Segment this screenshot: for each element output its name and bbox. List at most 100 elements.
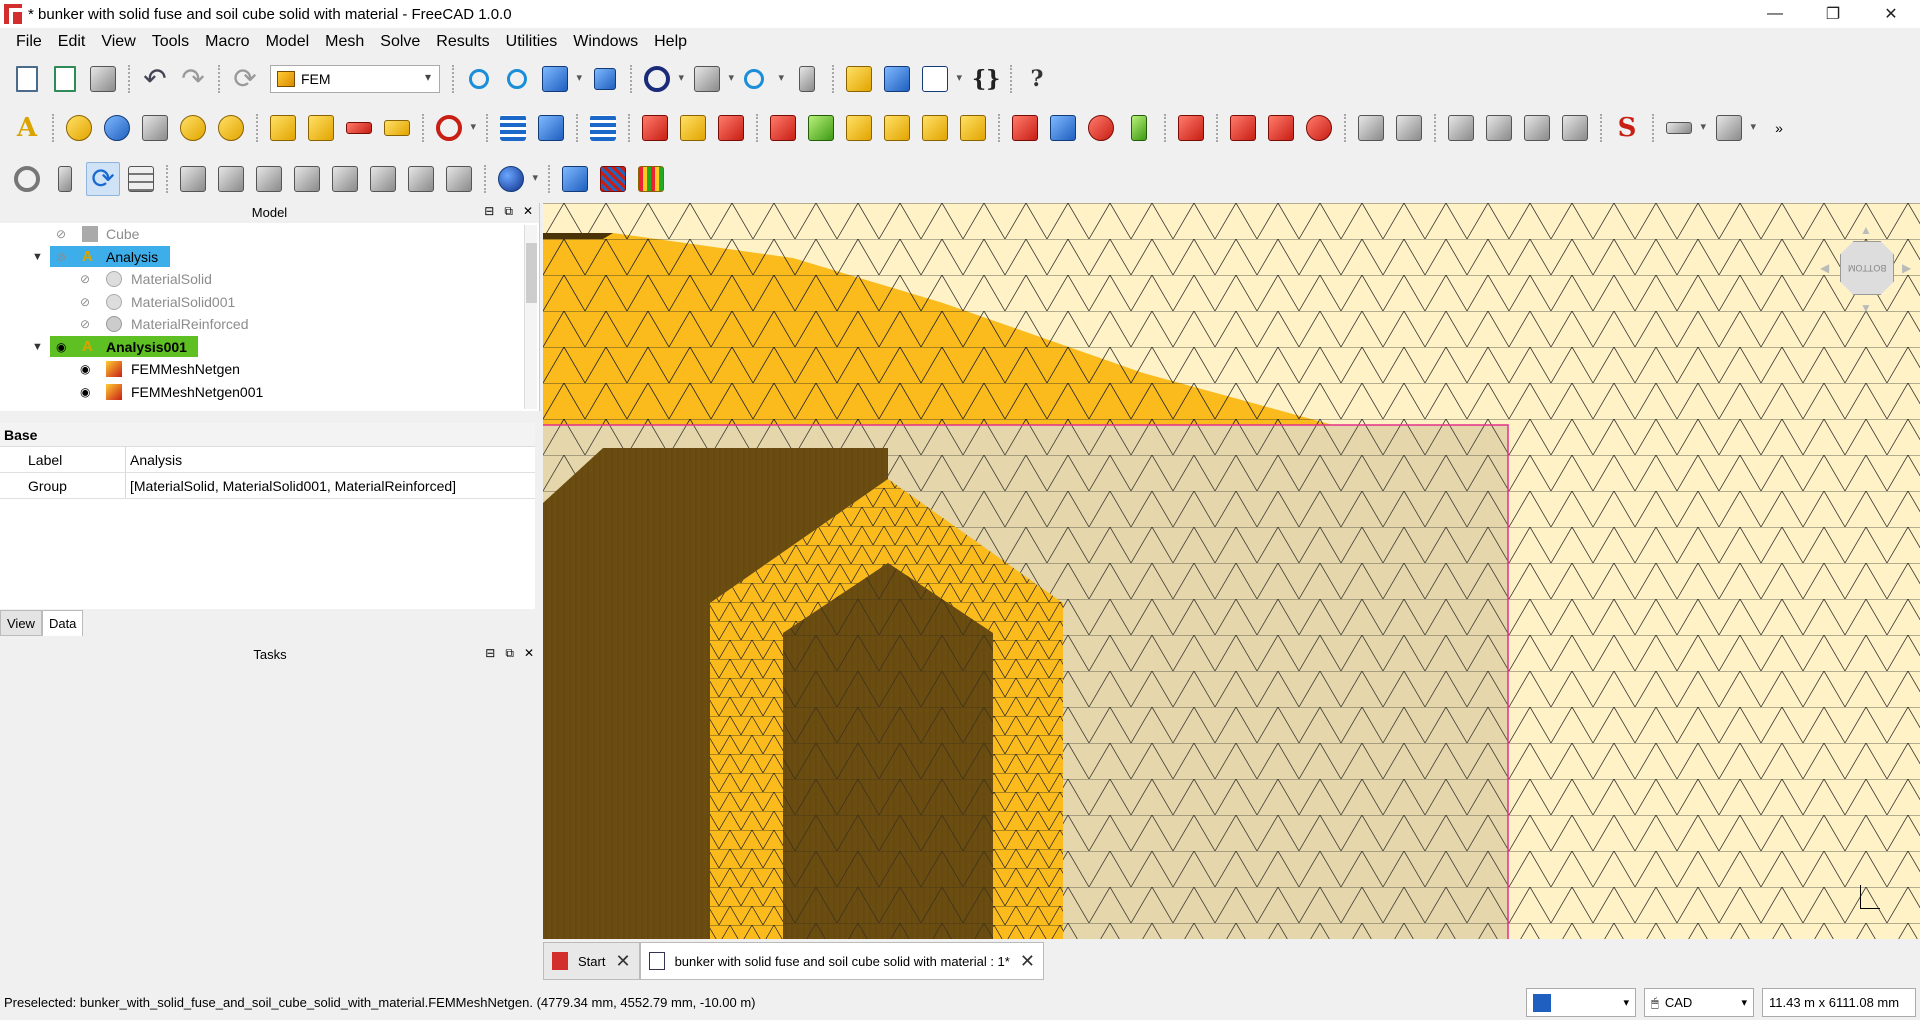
material-fluid-button[interactable] bbox=[100, 111, 134, 145]
draw-style-button[interactable] bbox=[640, 62, 686, 96]
tree-item-materialreinforced[interactable]: ⊘ MaterialReinforced bbox=[0, 313, 520, 336]
postprocessing-dropdown-button[interactable] bbox=[1712, 111, 1758, 145]
fluid-section-button[interactable] bbox=[380, 111, 414, 145]
material-reinforced-button[interactable] bbox=[176, 111, 210, 145]
menu-solve[interactable]: Solve bbox=[372, 33, 428, 51]
new-document-button[interactable] bbox=[10, 62, 44, 96]
solver-control-button[interactable]: S bbox=[1610, 111, 1644, 145]
sketch-tool-6-button[interactable] bbox=[366, 162, 400, 196]
eye-icon[interactable]: ◉ bbox=[80, 363, 94, 375]
purge-results-button[interactable] bbox=[48, 162, 82, 196]
save-document-button[interactable] bbox=[86, 62, 120, 96]
menu-tools[interactable]: Tools bbox=[144, 33, 197, 51]
menu-file[interactable]: File bbox=[8, 33, 50, 51]
shell-thickness-button[interactable] bbox=[342, 111, 376, 145]
workbench-selector[interactable]: FEM bbox=[270, 65, 440, 93]
tree-item-femmeshnetgen[interactable]: ◉ FEMMeshNetgen bbox=[0, 358, 520, 381]
constraint-initial-temp-button[interactable] bbox=[1264, 111, 1298, 145]
whats-this-button[interactable]: ? bbox=[1020, 62, 1054, 96]
standard-views-button[interactable] bbox=[538, 62, 584, 96]
bounding-box-button[interactable] bbox=[690, 62, 736, 96]
refresh-button[interactable]: ⟳ bbox=[228, 62, 262, 96]
zoom-button[interactable] bbox=[740, 62, 786, 96]
panel-float-icon[interactable]: ⧉ bbox=[504, 204, 513, 219]
clear-selection-button[interactable] bbox=[10, 162, 44, 196]
constraint-dropdown-button[interactable] bbox=[432, 111, 478, 145]
panel-collapse-icon[interactable]: ⊟ bbox=[485, 646, 495, 661]
view-mode-selector[interactable]: ▾ bbox=[1526, 988, 1636, 1017]
constraint-body-heat-button[interactable] bbox=[1302, 111, 1336, 145]
grid-button[interactable] bbox=[124, 162, 158, 196]
constraint-spring-coil-button[interactable] bbox=[956, 111, 990, 145]
menu-model[interactable]: Model bbox=[258, 33, 318, 51]
navcube-face[interactable]: BOTTOM bbox=[1840, 241, 1894, 295]
chevron-down-icon[interactable]: ▼ bbox=[32, 341, 43, 353]
sketch-tool-4-button[interactable] bbox=[290, 162, 324, 196]
menu-view[interactable]: View bbox=[93, 33, 143, 51]
material-solid-button[interactable] bbox=[62, 111, 96, 145]
eye-icon[interactable]: ◉ bbox=[80, 386, 94, 398]
navcube-arrow-left-icon[interactable]: ◀ bbox=[1820, 261, 1829, 275]
material-mix-button[interactable] bbox=[214, 111, 248, 145]
navigation-style-selector[interactable]: 🖱 CAD ▾ bbox=[1644, 988, 1754, 1017]
mesh-region-button[interactable] bbox=[1482, 111, 1516, 145]
toolbar-overflow-button[interactable]: » bbox=[1762, 111, 1796, 145]
chevron-down-icon[interactable]: ▼ bbox=[32, 251, 43, 263]
panel-float-icon[interactable]: ⧉ bbox=[505, 646, 514, 661]
constraint-temperature-button[interactable] bbox=[1174, 111, 1208, 145]
close-icon[interactable]: ✕ bbox=[1020, 951, 1035, 972]
sketch-tool-3-button[interactable] bbox=[252, 162, 286, 196]
measure-button[interactable] bbox=[588, 62, 622, 96]
constraint-gravity-button[interactable] bbox=[1122, 111, 1156, 145]
navcube-arrow-right-icon[interactable]: ▶ bbox=[1902, 261, 1911, 275]
mesh-display-button[interactable] bbox=[634, 162, 668, 196]
property-value[interactable]: [MaterialSolid, MaterialSolid001, Materi… bbox=[126, 473, 456, 498]
eye-hidden-icon[interactable]: ⊘ bbox=[80, 318, 94, 330]
tree-item-analysis[interactable]: ▼ ⊘ A Analysis bbox=[0, 246, 520, 269]
material-sphere-dropdown-button[interactable] bbox=[494, 162, 540, 196]
sketch-tool-1-button[interactable] bbox=[176, 162, 210, 196]
analysis-container-button[interactable]: A bbox=[10, 111, 44, 145]
menu-results[interactable]: Results bbox=[428, 33, 497, 51]
tree-item-materialsolid001[interactable]: ⊘ MaterialSolid001 bbox=[0, 291, 520, 314]
sketch-tool-7-button[interactable] bbox=[404, 162, 438, 196]
navcube-arrow-down-icon[interactable]: ▼ bbox=[1860, 301, 1872, 315]
constraint-tie-button[interactable] bbox=[676, 111, 710, 145]
panel-collapse-icon[interactable]: ⊟ bbox=[484, 204, 494, 219]
constraint-centrif-button[interactable] bbox=[1084, 111, 1118, 145]
menu-help[interactable]: Help bbox=[646, 33, 695, 51]
tree-item-materialsolid[interactable]: ⊘ MaterialSolid bbox=[0, 268, 520, 291]
menu-mesh[interactable]: Mesh bbox=[317, 33, 372, 51]
constraint-spring-button[interactable] bbox=[714, 111, 748, 145]
eye-hidden-icon[interactable]: ⊘ bbox=[56, 228, 70, 240]
link-actions-button[interactable] bbox=[918, 62, 964, 96]
element-rotation-button[interactable] bbox=[304, 111, 338, 145]
tab-view[interactable]: View bbox=[0, 610, 42, 636]
constraint-rigid-body-button[interactable] bbox=[804, 111, 838, 145]
remove-button[interactable] bbox=[596, 162, 630, 196]
close-icon[interactable]: ✕ bbox=[615, 951, 630, 972]
maximize-button[interactable]: ❐ bbox=[1804, 0, 1862, 28]
create-group-button[interactable] bbox=[880, 62, 914, 96]
redo-button[interactable]: ↷ bbox=[176, 62, 210, 96]
menu-utilities[interactable]: Utilities bbox=[498, 33, 566, 51]
menu-edit[interactable]: Edit bbox=[50, 33, 94, 51]
mesh-gmsh-button[interactable] bbox=[1392, 111, 1426, 145]
panel-close-icon[interactable]: ✕ bbox=[524, 646, 534, 661]
eye-icon[interactable]: ◉ bbox=[56, 341, 70, 353]
variable-set-button[interactable]: {} bbox=[968, 62, 1002, 96]
constraint-displacement-button[interactable] bbox=[842, 111, 876, 145]
menu-windows[interactable]: Windows bbox=[565, 33, 646, 51]
tab-document[interactable]: bunker with solid fuse and soil cube sol… bbox=[639, 942, 1044, 980]
tree-item-femmeshnetgen001[interactable]: ◉ FEMMeshNetgen001 bbox=[0, 381, 520, 404]
mesh-netgen-button[interactable] bbox=[1354, 111, 1388, 145]
mesh-group-button[interactable] bbox=[1520, 111, 1554, 145]
initial-flow-button[interactable] bbox=[534, 111, 568, 145]
eye-hidden-icon[interactable]: ⊘ bbox=[56, 251, 70, 263]
mesh-display-info-button[interactable] bbox=[1558, 111, 1592, 145]
fit-selection-button[interactable] bbox=[500, 62, 534, 96]
undo-button[interactable]: ↶ bbox=[138, 62, 172, 96]
eye-hidden-icon[interactable]: ⊘ bbox=[80, 273, 94, 285]
scrollbar-thumb[interactable] bbox=[526, 243, 537, 303]
sketch-tool-button[interactable] bbox=[790, 62, 824, 96]
